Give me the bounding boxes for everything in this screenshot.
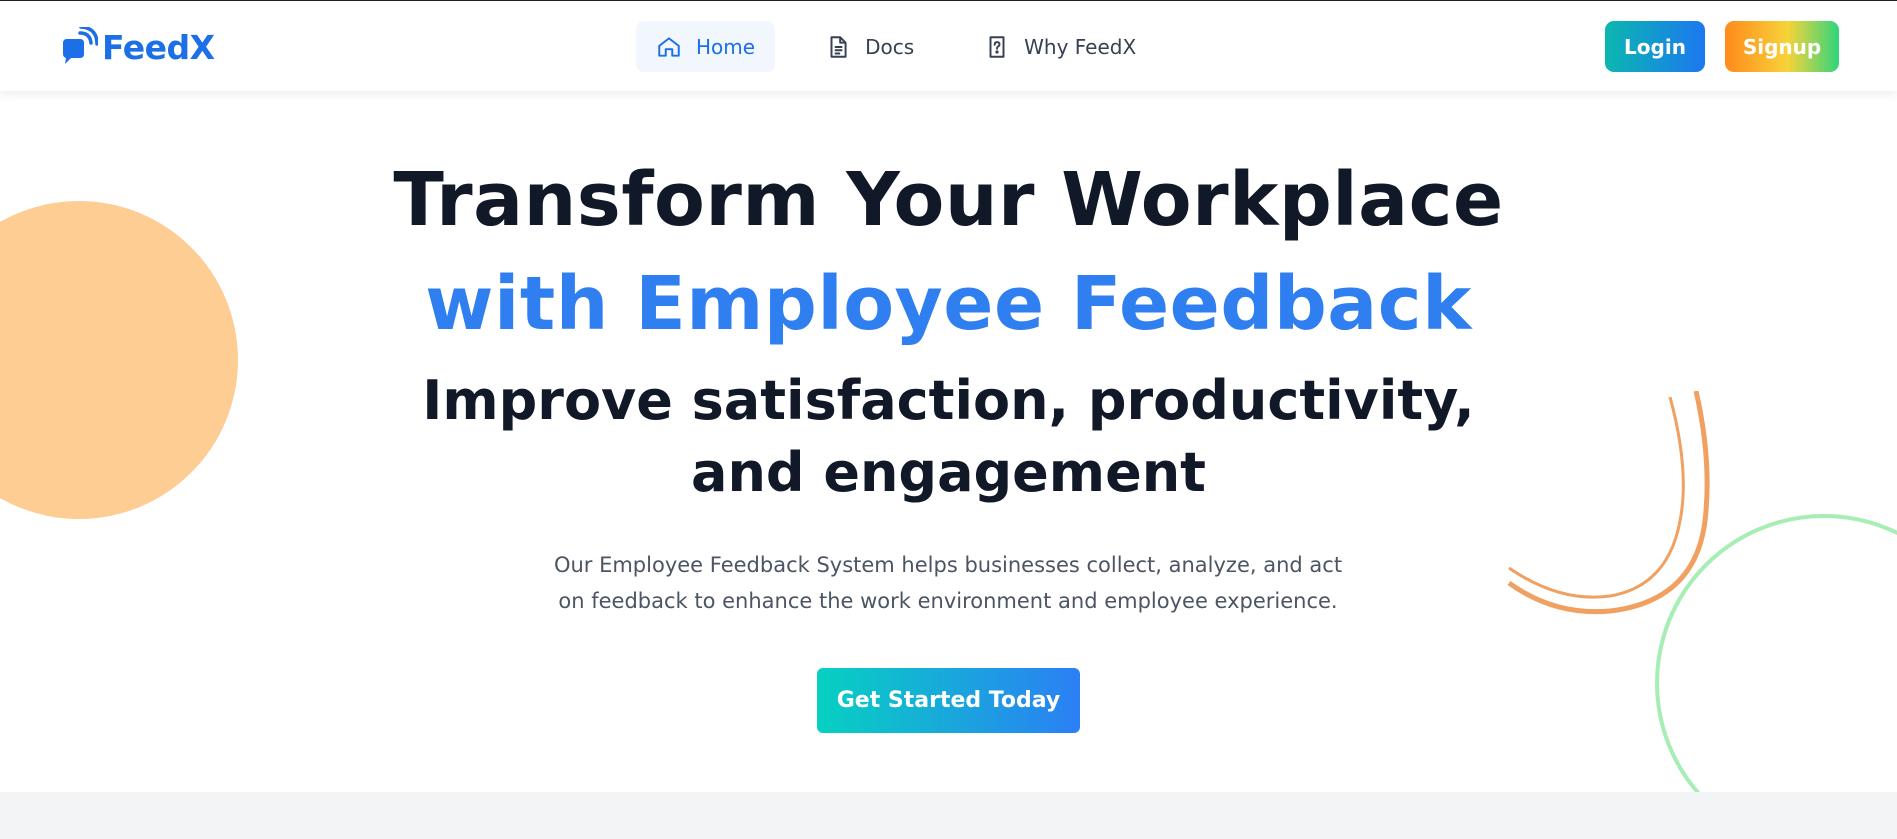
nav-item-label: Why FeedX (1024, 34, 1137, 59)
brand-name: FeedX (102, 27, 215, 67)
nav-item-home[interactable]: Home (636, 21, 776, 72)
hero-subheadline: Improve satisfaction, productivity, (422, 369, 1475, 432)
nav-item-why-feedx[interactable]: Why FeedX (964, 21, 1156, 72)
question-file-icon (989, 35, 1005, 58)
nav-item-label: Home (696, 34, 756, 59)
hero-headline: Transform Your Workplace (393, 157, 1504, 243)
navbar: FeedX Home Docs Why FeedX Login Signup (0, 1, 1897, 91)
hero-headline-highlight: with Employee Feedback (425, 261, 1472, 347)
hero-description: Our Employee Feedback System helps busin… (553, 553, 1343, 613)
brand-logo[interactable]: FeedX (60, 25, 215, 69)
get-started-button[interactable]: Get Started Today (817, 668, 1080, 733)
signup-button[interactable]: Signup (1725, 21, 1839, 72)
chat-signal-logo-icon (63, 27, 98, 64)
login-button[interactable]: Login (1605, 21, 1705, 72)
nav-item-label: Docs (865, 34, 915, 59)
home-icon (658, 36, 680, 57)
hero-subheadline-continued: and engagement (691, 441, 1206, 504)
next-section-background (0, 792, 1897, 839)
document-icon (830, 35, 847, 58)
nav-item-docs[interactable]: Docs (805, 21, 934, 72)
hero-section: Transform Your Workplace with Employee F… (0, 91, 1897, 792)
main-nav: Home Docs Why FeedX (636, 21, 1156, 72)
